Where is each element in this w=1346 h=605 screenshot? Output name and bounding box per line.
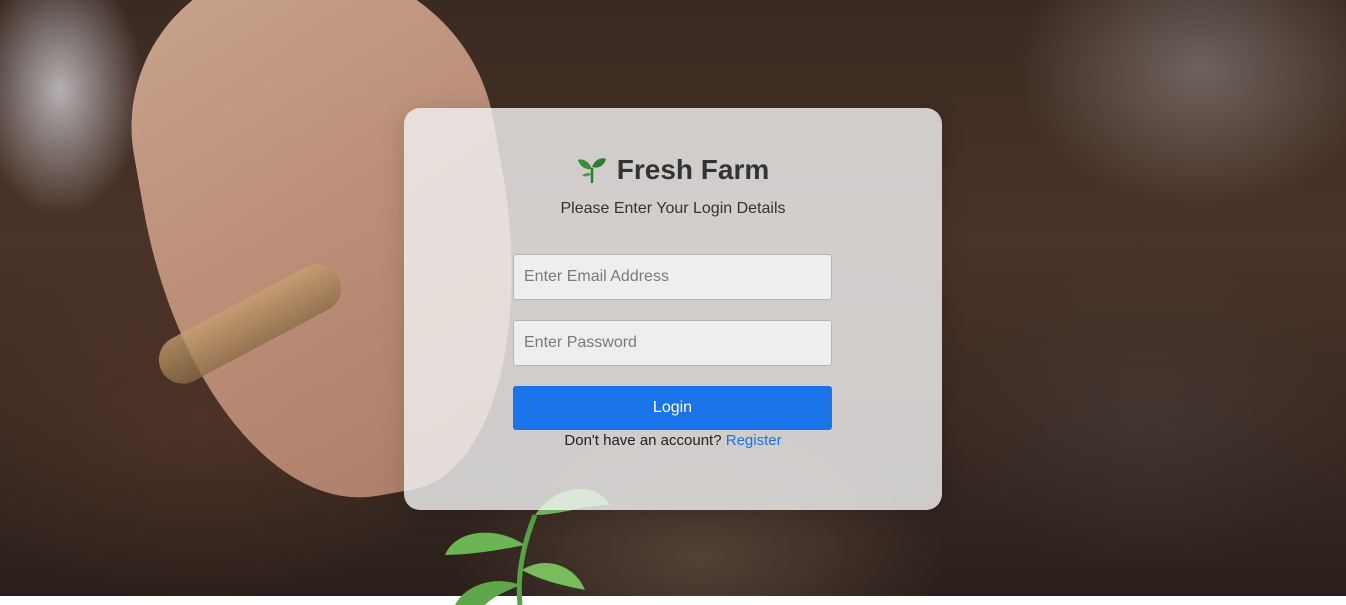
seedling-icon [577, 158, 606, 183]
email-field[interactable] [513, 254, 832, 300]
login-button[interactable]: Login [513, 386, 832, 430]
brand-header: Fresh Farm [404, 154, 942, 186]
register-line: Don't have an account? Register [404, 432, 942, 449]
register-link[interactable]: Register [726, 432, 782, 449]
register-prompt: Don't have an account? [564, 432, 722, 449]
password-field[interactable] [513, 320, 832, 366]
login-subtitle: Please Enter Your Login Details [560, 200, 786, 217]
login-card: Fresh Farm Please Enter Your Login Detai… [404, 108, 942, 510]
brand-name: Fresh Farm [616, 154, 770, 185]
